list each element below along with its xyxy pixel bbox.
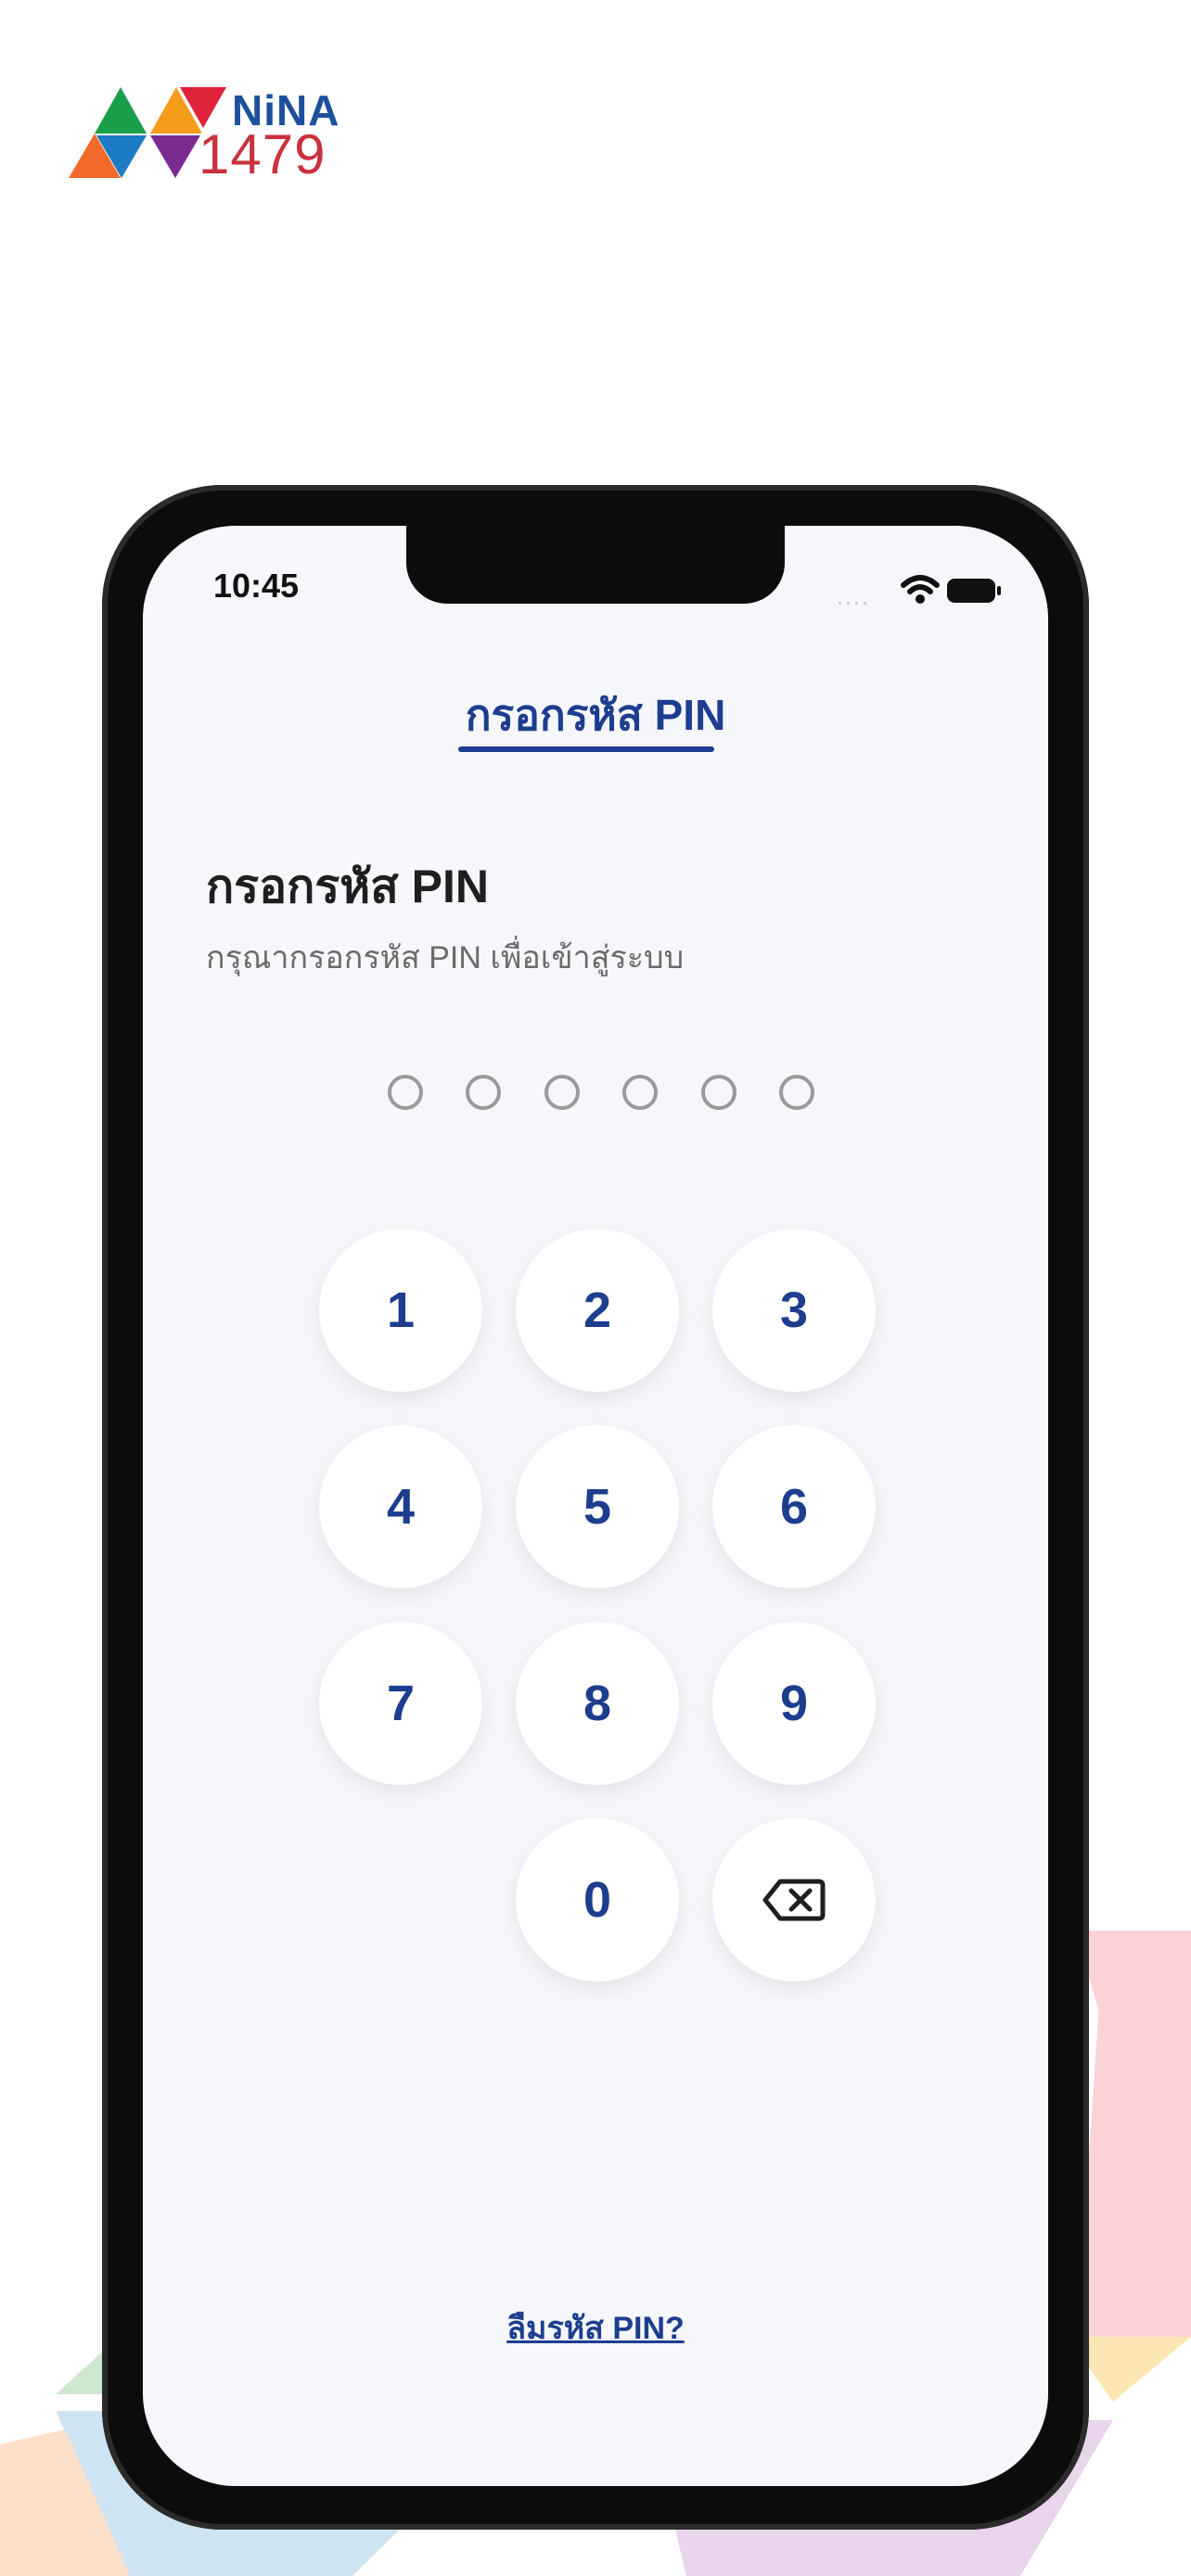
- page-subtitle: กรุณากรอกรหัส PIN เพื่อเข้าสู่ระบบ: [206, 940, 685, 976]
- status-icons: ....: [837, 574, 1004, 610]
- page-title: กรอกรหัส PIN: [206, 861, 490, 912]
- pin-dot: [700, 1075, 736, 1110]
- key-2[interactable]: 2: [516, 1229, 679, 1392]
- phone-frame: 10:45 .... กรอกรหัส PIN กรอกรหัส PIN กรุ…: [102, 485, 1089, 2530]
- pin-dot: [466, 1075, 502, 1110]
- wifi-icon: [901, 575, 940, 604]
- key-7[interactable]: 7: [319, 1622, 482, 1785]
- battery-icon: [947, 579, 1001, 603]
- pin-dot: [622, 1075, 659, 1110]
- key-8[interactable]: 8: [516, 1622, 679, 1785]
- key-3[interactable]: 3: [712, 1229, 876, 1392]
- phone-notch: [406, 526, 785, 604]
- logo-number: 1479: [198, 123, 327, 185]
- nina-logo: NiNA 1479: [69, 85, 365, 187]
- backspace-button[interactable]: [712, 1818, 876, 1982]
- tab-underline: [458, 746, 714, 752]
- phone-screen: 10:45 .... กรอกรหัส PIN กรอกรหัส PIN กรุ…: [143, 526, 1048, 2486]
- pin-dot: [778, 1075, 814, 1110]
- forgot-pin-link[interactable]: ลืมรหัส PIN?: [143, 2302, 1048, 2353]
- key-0[interactable]: 0: [516, 1818, 679, 1982]
- pin-keypad: 1 2 3 4 5 6 7 8 9 0: [319, 1229, 876, 1998]
- key-6[interactable]: 6: [712, 1425, 876, 1588]
- key-9[interactable]: 9: [712, 1622, 876, 1785]
- tab-pin-title: กรอกรหัส PIN: [465, 691, 726, 739]
- key-4[interactable]: 4: [319, 1425, 482, 1588]
- backspace-icon: [762, 1879, 826, 1921]
- pin-dot: [544, 1075, 580, 1110]
- pin-dot: [388, 1075, 423, 1110]
- status-time: 10:45: [213, 567, 300, 605]
- pin-indicator: [388, 1075, 814, 1121]
- key-5[interactable]: 5: [516, 1425, 679, 1588]
- signal-icon: ....: [837, 587, 870, 610]
- key-1[interactable]: 1: [319, 1229, 482, 1392]
